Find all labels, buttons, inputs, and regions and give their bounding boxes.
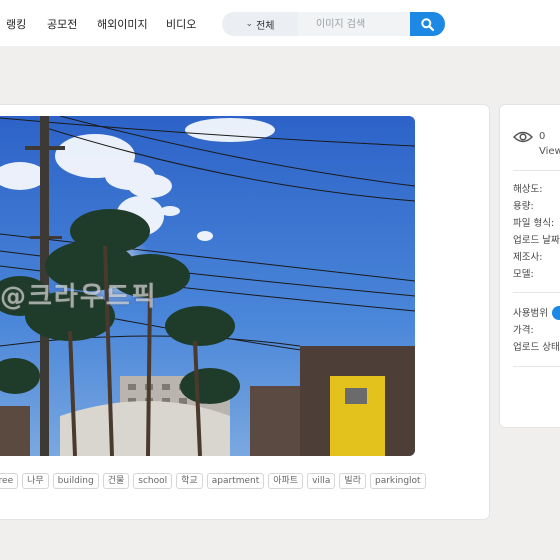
main-photo[interactable]: @크라우드픽	[0, 116, 415, 456]
photo-watermark: @크라우드픽	[0, 282, 158, 312]
tag-chip[interactable]: 학교	[176, 473, 203, 489]
info-divider	[513, 366, 560, 367]
search-button[interactable]	[410, 12, 445, 36]
tag-chip[interactable]: apartment	[206, 473, 265, 489]
spec-format-label: 파일 형식:	[513, 218, 555, 229]
tag-chip[interactable]: 빌라	[339, 473, 366, 489]
top-nav-bar: 랭킹 공모전 해외이미지 비디오 ⌄ 전체	[0, 0, 560, 46]
tag-chip[interactable]: building	[52, 473, 99, 489]
spec-size-label: 용량:	[513, 201, 534, 212]
tag-chip[interactable]: school	[133, 473, 173, 489]
spec-model-label: 모델:	[513, 269, 534, 280]
usage-info-badge[interactable]	[552, 306, 560, 320]
usage-scope-label: 사용범위	[513, 308, 548, 319]
search-category-label: 전체	[256, 20, 275, 32]
nav-contest[interactable]: 공모전	[47, 16, 77, 32]
spec-manufacturer-label: 제조사:	[513, 252, 543, 263]
spec-upload-date-label: 업로드 날짜	[513, 235, 560, 246]
search-icon	[421, 17, 434, 31]
tag-chip[interactable]: 아파트	[268, 473, 304, 489]
tag-list: tree 나무 building 건물 school 학교 apartment …	[0, 473, 426, 489]
info-divider	[513, 170, 560, 171]
search-category-select[interactable]: ⌄ 전체	[222, 12, 298, 36]
nav-overseas-images[interactable]: 해외이미지	[97, 16, 148, 32]
nav-ranking[interactable]: 랭킹	[6, 16, 26, 32]
search-bar: ⌄ 전체	[222, 12, 445, 36]
chevron-down-icon: ⌄	[245, 19, 254, 29]
tag-chip[interactable]: parkinglot	[369, 473, 426, 489]
search-input[interactable]	[298, 12, 410, 36]
tag-chip[interactable]: 나무	[22, 473, 49, 489]
eye-icon	[513, 131, 533, 143]
tag-chip[interactable]: villa	[307, 473, 336, 489]
view-count: 0	[539, 131, 546, 142]
info-divider	[513, 292, 560, 293]
tag-chip[interactable]: tree	[0, 473, 19, 489]
nav-video[interactable]: 비디오	[166, 16, 196, 32]
upload-status-label: 업로드 상태	[513, 342, 560, 353]
price-label: 가격:	[513, 325, 534, 336]
spec-resolution-label: 해상도:	[513, 184, 543, 195]
view-label: Views	[539, 146, 560, 157]
tag-chip[interactable]: 건물	[102, 473, 130, 489]
